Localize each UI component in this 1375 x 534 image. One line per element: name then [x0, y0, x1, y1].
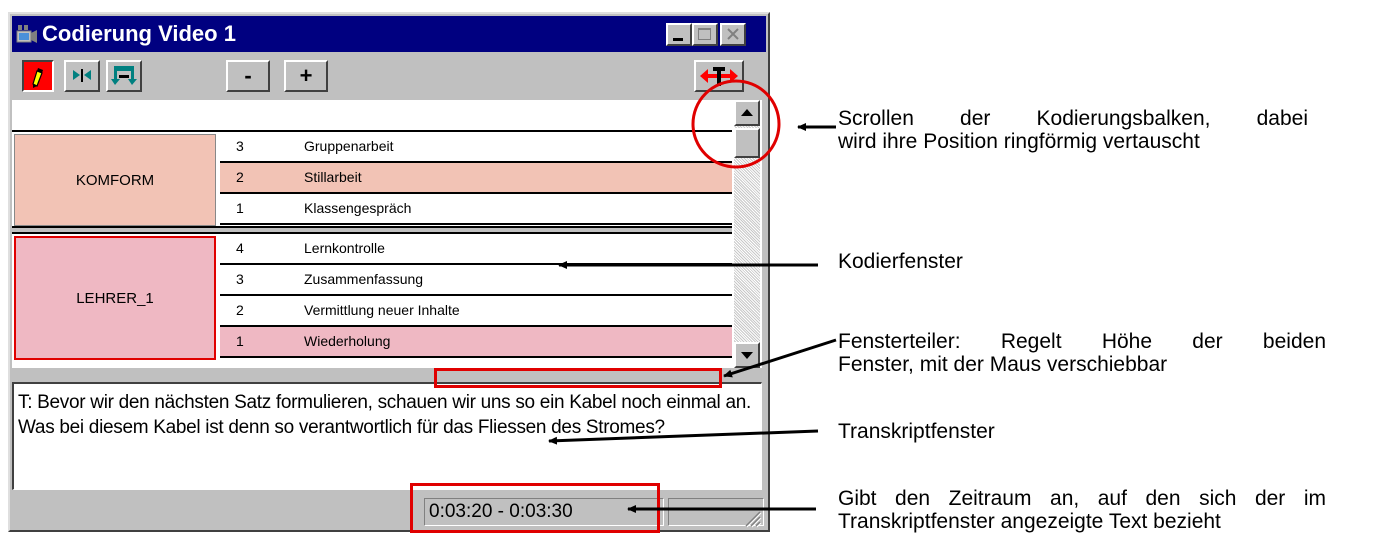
code-row[interactable]: 3 Gruppenarbeit — [220, 132, 732, 163]
time-highlight-box — [410, 483, 660, 533]
code-row-selected[interactable]: 1 Wiederholung — [220, 327, 732, 358]
plus-label: + — [299, 63, 313, 88]
coding-pane: KOMFORM 3 Gruppenarbeit 2 Stillarbeit 1 … — [12, 100, 762, 368]
toolbar: - + — [12, 54, 766, 98]
code-row[interactable]: 1 Klassengespräch — [220, 194, 732, 225]
code-label: Lernkontrolle — [304, 240, 385, 256]
code-number: 3 — [236, 271, 244, 287]
annotation-splitter: Fensterteiler: Regelt Höhe der beiden Fe… — [838, 330, 1326, 376]
scroll-thumb[interactable] — [734, 128, 760, 158]
code-row-selected[interactable]: 2 Stillarbeit — [220, 163, 732, 194]
code-number: 2 — [236, 302, 244, 318]
transcript-window[interactable]: T: Bevor wir den nächsten Satz formulier… — [12, 382, 762, 490]
scroll-up-button[interactable] — [734, 100, 760, 126]
coding-window: Codierung Video 1 - + KOMFORM 3 Gruppena… — [8, 12, 770, 532]
code-label: Klassengespräch — [304, 200, 412, 216]
annotation-line: Gibt den Zeitraum an, auf den sich der i… — [838, 487, 1326, 510]
annotation-line: Scrollen der Kodierungsbalken, dabei — [838, 107, 1308, 130]
code-label: Stillarbeit — [304, 169, 362, 185]
code-label: Zusammenfassung — [304, 271, 424, 287]
pencil-icon — [32, 68, 43, 88]
pencil-tool-button[interactable] — [22, 60, 54, 92]
coding-header — [12, 100, 732, 132]
resize-grip-icon[interactable] — [742, 508, 762, 528]
zoom-in-button[interactable]: + — [284, 60, 328, 92]
expand-arrows-icon — [700, 67, 738, 86]
code-row[interactable]: 2 Vermittlung neuer Inhalte — [220, 296, 732, 327]
minimize-button[interactable] — [666, 23, 692, 46]
annotation-line: Transkriptfenster angezeigte Text bezieh… — [838, 510, 1221, 533]
code-number: 2 — [236, 169, 244, 185]
code-label: Gruppenarbeit — [304, 138, 394, 154]
swap-arrows-icon — [111, 66, 137, 85]
split-tool-button[interactable] — [694, 60, 744, 92]
code-number: 1 — [236, 200, 244, 216]
group-rows-komform: 3 Gruppenarbeit 2 Stillarbeit 1 Klasseng… — [220, 132, 732, 225]
annotation-time: Gibt den Zeitraum an, auf den sich der i… — [838, 487, 1326, 533]
vertical-scrollbar[interactable] — [734, 100, 760, 368]
group-separator — [12, 226, 732, 234]
minimize-icon — [673, 38, 683, 41]
close-icon — [727, 28, 739, 40]
code-label: Vermittlung neuer Inhalte — [304, 302, 460, 318]
code-number: 1 — [236, 333, 244, 349]
annotation-line: wird ihre Position ringförmig vertauscht — [838, 130, 1200, 153]
minus-label: - — [244, 63, 252, 88]
code-row[interactable]: 4 Lernkontrolle — [220, 234, 732, 265]
annotation-scroll: Scrollen der Kodierungsbalken, dabei wir… — [838, 107, 1308, 153]
group-label-lehrer-1[interactable]: LEHRER_1 — [14, 236, 216, 360]
annotation-transkript: Transkriptfenster — [838, 420, 995, 443]
arrows-inward-icon — [73, 69, 91, 82]
video-app-icon — [16, 25, 37, 43]
splitter-highlight-box — [434, 368, 722, 388]
code-number: 4 — [236, 240, 244, 256]
maximize-icon — [698, 28, 711, 40]
arrow-down-icon — [741, 352, 753, 359]
close-button[interactable] — [720, 23, 746, 46]
swap-bars-button[interactable] — [106, 60, 142, 92]
code-row[interactable]: 3 Zusammenfassung — [220, 265, 732, 296]
group-rows-lehrer-1: 4 Lernkontrolle 3 Zusammenfassung 2 Verm… — [220, 234, 732, 358]
code-label: Wiederholung — [304, 333, 391, 349]
scroll-down-button[interactable] — [734, 342, 760, 368]
maximize-button[interactable] — [692, 23, 718, 46]
annotation-kodierfenster: Kodierfenster — [838, 250, 963, 273]
annotation-line: Fenster, mit der Maus verschiebbar — [838, 353, 1168, 376]
fit-width-button[interactable] — [64, 60, 100, 92]
code-number: 3 — [236, 138, 244, 154]
annotation-line: Fensterteiler: Regelt Höhe der beiden — [838, 330, 1326, 353]
transcript-text: T: Bevor wir den nächsten Satz formulier… — [18, 392, 751, 438]
title-bar[interactable]: Codierung Video 1 — [12, 16, 766, 52]
group-label-komform[interactable]: KOMFORM — [14, 134, 216, 226]
zoom-out-button[interactable]: - — [226, 60, 270, 92]
arrow-up-icon — [741, 109, 753, 116]
window-title: Codierung Video 1 — [42, 21, 236, 46]
